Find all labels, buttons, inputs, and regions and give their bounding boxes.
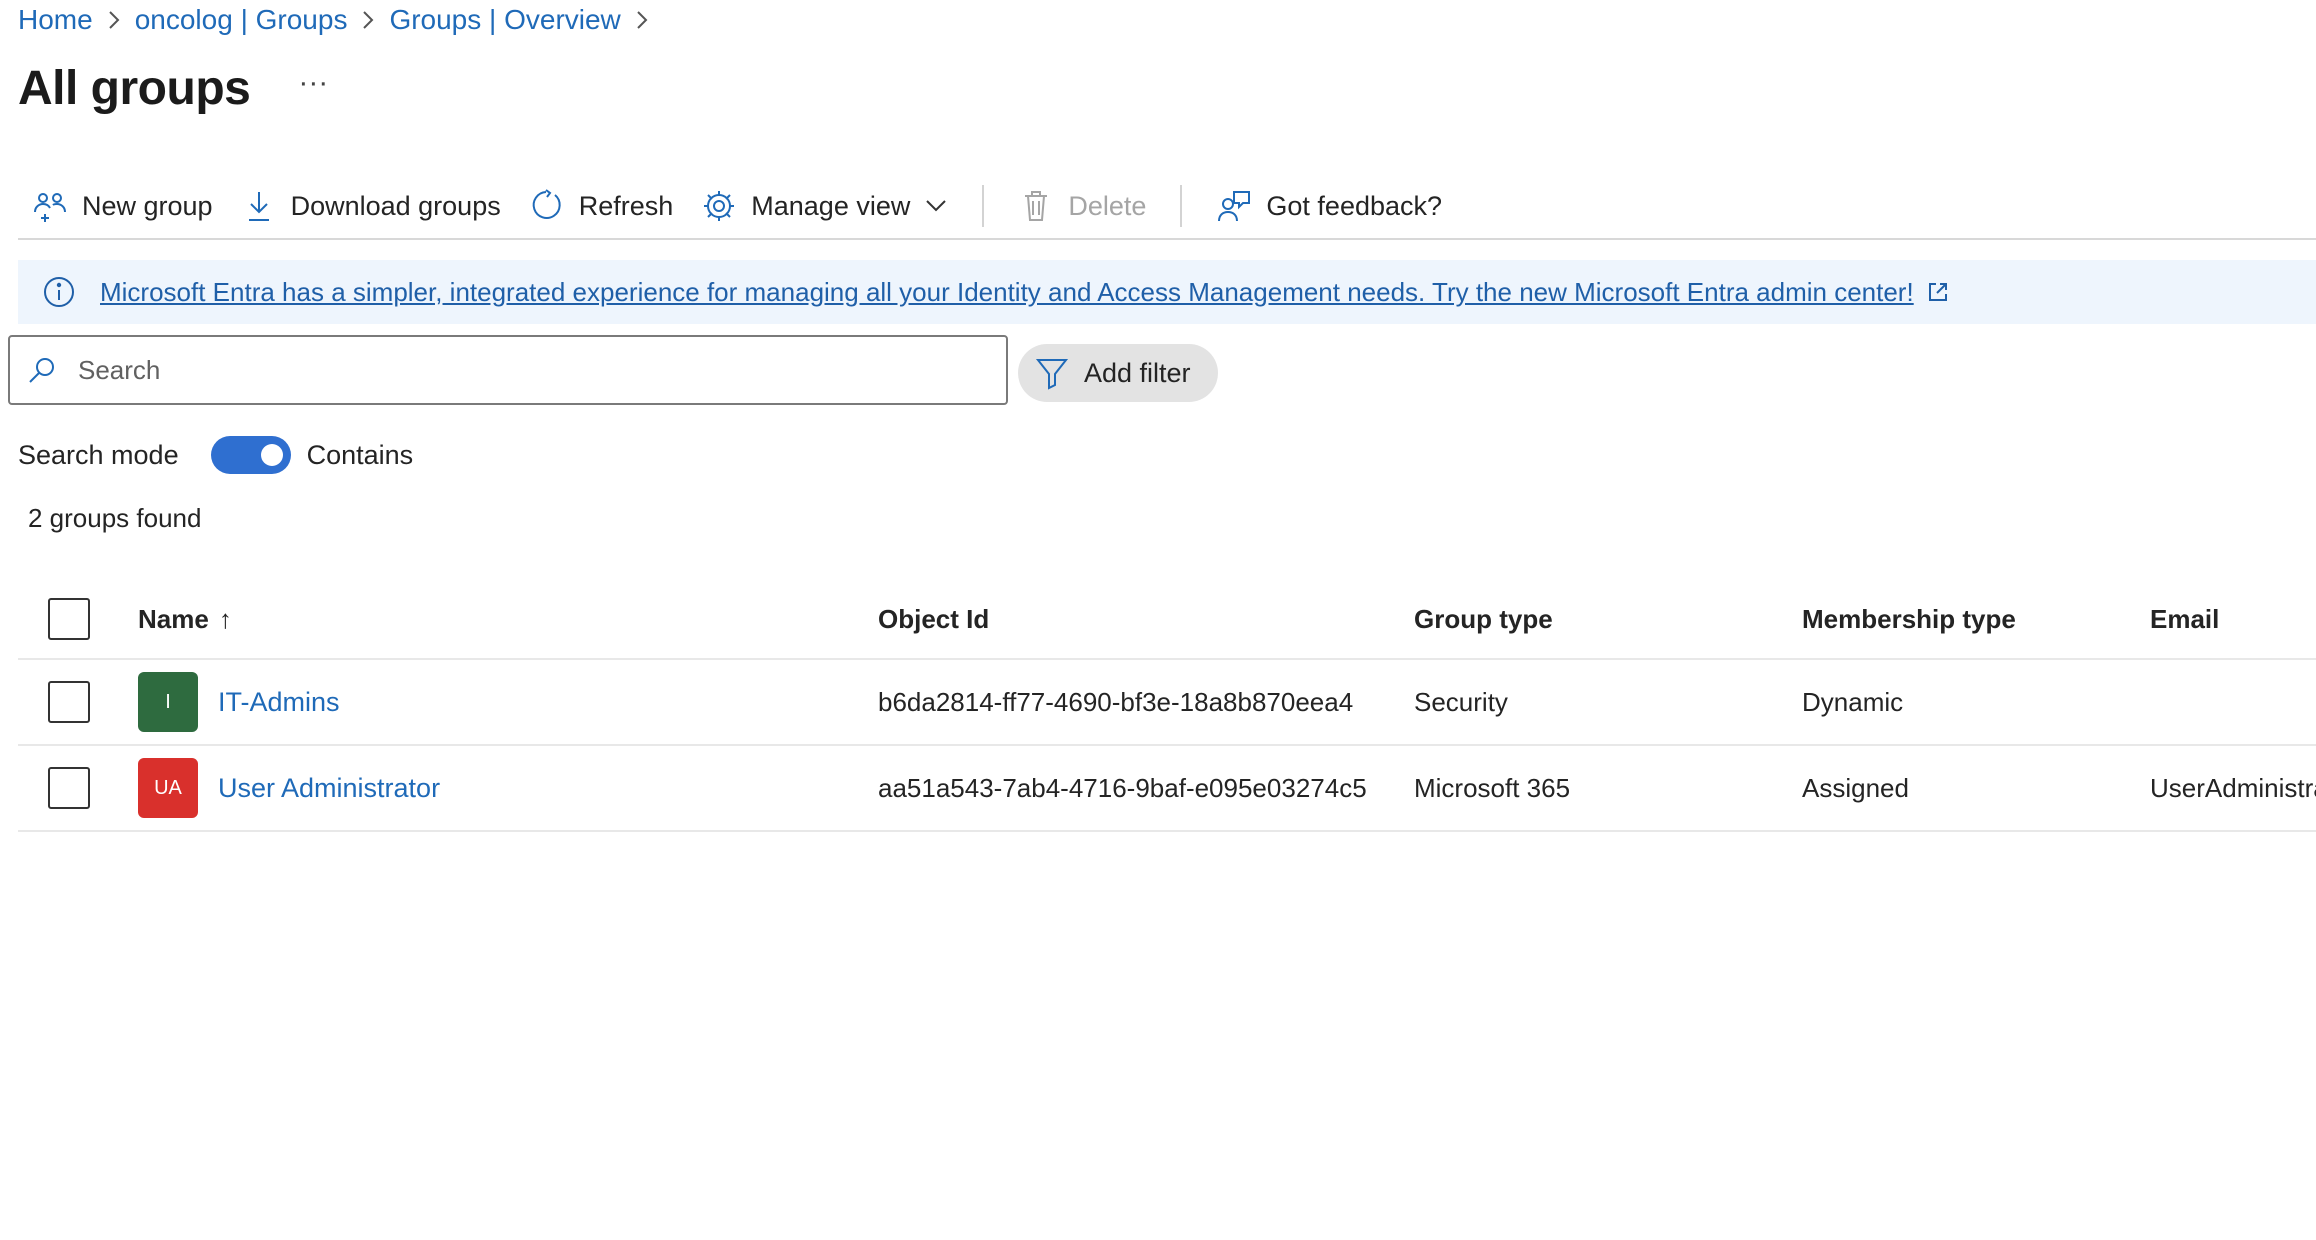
select-all-cell (48, 580, 90, 658)
group-avatar: I (138, 672, 198, 732)
row-select-cell (48, 660, 90, 744)
breadcrumb-oncolog-groups[interactable]: oncolog | Groups (135, 4, 348, 36)
breadcrumb-groups-overview[interactable]: Groups | Overview (389, 4, 620, 36)
row-select-cell (48, 746, 90, 830)
column-header-membership-type[interactable]: Membership type (1802, 580, 2016, 658)
group-type-cell: Security (1414, 686, 1508, 717)
search-mode-value: Contains (306, 439, 414, 470)
feedback-label: Got feedback? (1266, 190, 1443, 221)
column-header-name-label: Name (138, 603, 209, 634)
refresh-label: Refresh (578, 190, 674, 221)
refresh-button[interactable]: Refresh (515, 176, 688, 236)
object-id-cell: aa51a543-7ab4-4716-9baf-e095e03274c5 (878, 772, 1367, 803)
entra-admin-center-link[interactable]: Microsoft Entra has a simpler, integrate… (100, 277, 1914, 308)
info-banner: Microsoft Entra has a simpler, integrate… (18, 260, 2316, 324)
feedback-person-icon (1216, 188, 1252, 224)
table-header-row: Name ↑ Object Id Group type Membership t… (18, 580, 2316, 660)
refresh-icon (529, 188, 565, 224)
add-filter-button[interactable]: Add filter (1018, 344, 1218, 402)
column-header-object-id[interactable]: Object Id (878, 580, 989, 658)
column-header-name[interactable]: Name ↑ (138, 580, 232, 658)
title-row: All groups ··· (18, 55, 328, 121)
toolbar-divider (982, 185, 985, 227)
membership-type-cell: Dynamic (1802, 686, 1904, 717)
row-checkbox[interactable] (48, 767, 90, 809)
object-id-cell: b6da2814-ff77-4690-bf3e-18a8b870eea4 (878, 686, 1354, 717)
trash-icon (1018, 188, 1054, 224)
external-link-icon (1926, 280, 1950, 304)
filter-icon (1034, 355, 1070, 391)
search-input[interactable] (78, 354, 978, 386)
table-row: I IT-Admins b6da2814-ff77-4690-bf3e-18a8… (18, 660, 2316, 746)
page-title: All groups (18, 61, 251, 115)
email-cell: UserAdministra (2150, 772, 2316, 803)
manage-view-button[interactable]: Manage view (687, 176, 962, 236)
groups-table: Name ↑ Object Id Group type Membership t… (18, 580, 2316, 832)
search-box (8, 335, 1008, 405)
results-count: 2 groups found (28, 503, 202, 533)
group-name-link[interactable]: IT-Admins (218, 687, 340, 718)
feedback-button[interactable]: Got feedback? (1202, 176, 1456, 236)
search-mode-label: Search mode (18, 439, 179, 470)
toggle-knob (260, 444, 283, 466)
chevron-right-icon (635, 9, 649, 31)
toolbar-divider (1180, 185, 1183, 227)
gear-icon (701, 188, 737, 224)
chevron-right-icon (107, 9, 121, 31)
column-header-email[interactable]: Email (2150, 580, 2219, 658)
row-checkbox[interactable] (48, 681, 90, 723)
add-filter-label: Add filter (1084, 357, 1191, 388)
download-groups-label: Download groups (290, 190, 501, 221)
search-mode-toggle[interactable] (210, 436, 291, 474)
chevron-right-icon (361, 9, 375, 31)
group-type-cell: Microsoft 365 (1414, 772, 1571, 803)
group-name-cell: UA User Administrator (138, 746, 440, 830)
groups-page: Home oncolog | Groups Groups | Overview … (0, 0, 2316, 1240)
select-all-checkbox[interactable] (48, 598, 90, 640)
add-people-icon (32, 188, 68, 224)
info-icon (42, 275, 76, 309)
delete-label: Delete (1068, 190, 1147, 221)
breadcrumb-home[interactable]: Home (18, 4, 93, 36)
group-name-cell: I IT-Admins (138, 660, 340, 744)
breadcrumb: Home oncolog | Groups Groups | Overview (18, 0, 663, 40)
new-group-button[interactable]: New group (18, 176, 227, 236)
search-mode-row: Search mode Contains (18, 432, 413, 478)
more-options-button[interactable]: ··· (298, 68, 328, 108)
column-header-group-type[interactable]: Group type (1414, 580, 1553, 658)
sort-ascending-icon: ↑ (218, 603, 232, 634)
search-icon (26, 354, 58, 386)
new-group-label: New group (82, 190, 213, 221)
download-icon (241, 188, 277, 224)
table-row: UA User Administrator aa51a543-7ab4-4716… (18, 746, 2316, 832)
group-avatar: UA (138, 758, 198, 818)
group-name-link[interactable]: User Administrator (218, 773, 440, 804)
manage-view-label: Manage view (751, 190, 911, 221)
chevron-down-icon (924, 198, 948, 214)
delete-button[interactable]: Delete (1004, 176, 1160, 236)
command-bar: New group Download groups Refresh Manage… (18, 174, 2316, 240)
download-groups-button[interactable]: Download groups (227, 176, 515, 236)
membership-type-cell: Assigned (1802, 772, 1909, 803)
